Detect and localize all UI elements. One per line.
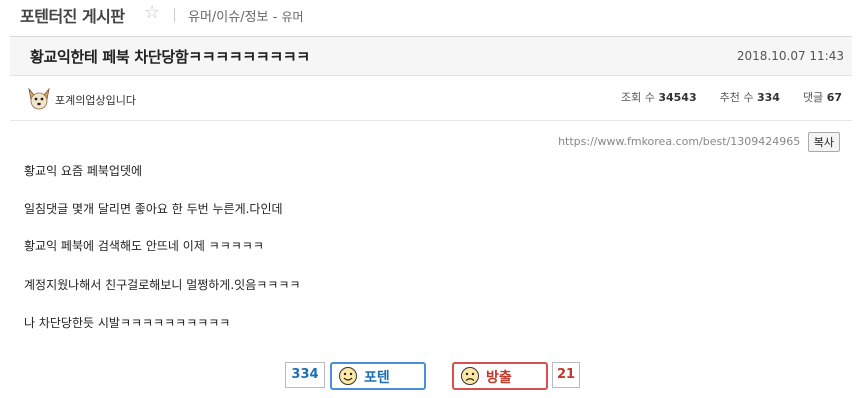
divider [174, 8, 175, 22]
author-row: 포계의업상입니다 조회 수 34543 추천 수 334 댓글 67 [10, 80, 852, 121]
dog-avatar-icon[interactable] [26, 86, 52, 112]
downvote-count: 21 [552, 362, 580, 388]
upvote-count: 334 [285, 362, 325, 388]
author-name[interactable]: 포계의업상입니다 [55, 92, 136, 108]
post-body-line: 황교익 요즘 페북업뎃에 [24, 164, 143, 178]
vote-up-face-icon [339, 367, 357, 385]
comments-count[interactable]: 67 [827, 91, 842, 104]
post-url[interactable]: https://www.fmkorea.com/best/1309424965 [558, 135, 800, 148]
breadcrumb: 유머/이슈/정보 - 유머 [188, 6, 304, 25]
post-url-row: https://www.fmkorea.com/best/1309424965 … [558, 132, 840, 152]
post-body-line: 계정지웠나해서 친구걸로해보니 멀쩡하게.잇음ㅋㅋㅋㅋ [24, 278, 301, 292]
breadcrumb-separator: - [272, 10, 278, 25]
vote-down-face-icon [461, 367, 479, 385]
star-icon[interactable]: ☆ [144, 2, 160, 23]
copy-url-button[interactable]: 복사 [807, 132, 840, 152]
post-stats: 조회 수 34543 추천 수 334 댓글 67 [621, 89, 842, 105]
post-body-line: 나 차단당한듯 시발ㅋㅋㅋㅋㅋㅋㅋㅋㅋㅋ [24, 316, 231, 330]
votes-label: 추천 수 [719, 91, 754, 104]
breadcrumb-subcategory[interactable]: 유머 [282, 10, 304, 24]
post-header: 황교익한테 페북 차단당함ㅋㅋㅋㅋㅋㅋㅋㅋㅋ 2018.10.07 11:43 [10, 36, 852, 76]
views-count: 34543 [658, 91, 697, 104]
post-body-line: 황교익 페북에 검색해도 안뜨네 이제 ㅋㅋㅋㅋㅋ [24, 239, 264, 253]
upvote-label: 포텐 [364, 370, 390, 386]
views-label: 조회 수 [620, 91, 655, 104]
downvote-label: 방출 [486, 370, 512, 386]
board-header: 포텐터진 게시판 ☆ 유머/이슈/정보 - 유머 [0, 0, 862, 30]
votes-count: 334 [756, 91, 780, 104]
comments-label: 댓글 [802, 91, 824, 104]
board-title[interactable]: 포텐터진 게시판 [20, 3, 125, 27]
post-title: 황교익한테 페북 차단당함ㅋㅋㅋㅋㅋㅋㅋㅋㅋ [30, 48, 310, 66]
breadcrumb-category[interactable]: 유머/이슈/정보 [188, 10, 269, 25]
post-body-line: 일침댓글 몇개 달리면 좋아요 한 두번 누른게.다인데 [24, 202, 283, 216]
post-date: 2018.10.07 11:43 [736, 49, 844, 63]
downvote-button[interactable]: 방출 [452, 362, 548, 390]
upvote-button[interactable]: 포텐 [330, 362, 426, 390]
